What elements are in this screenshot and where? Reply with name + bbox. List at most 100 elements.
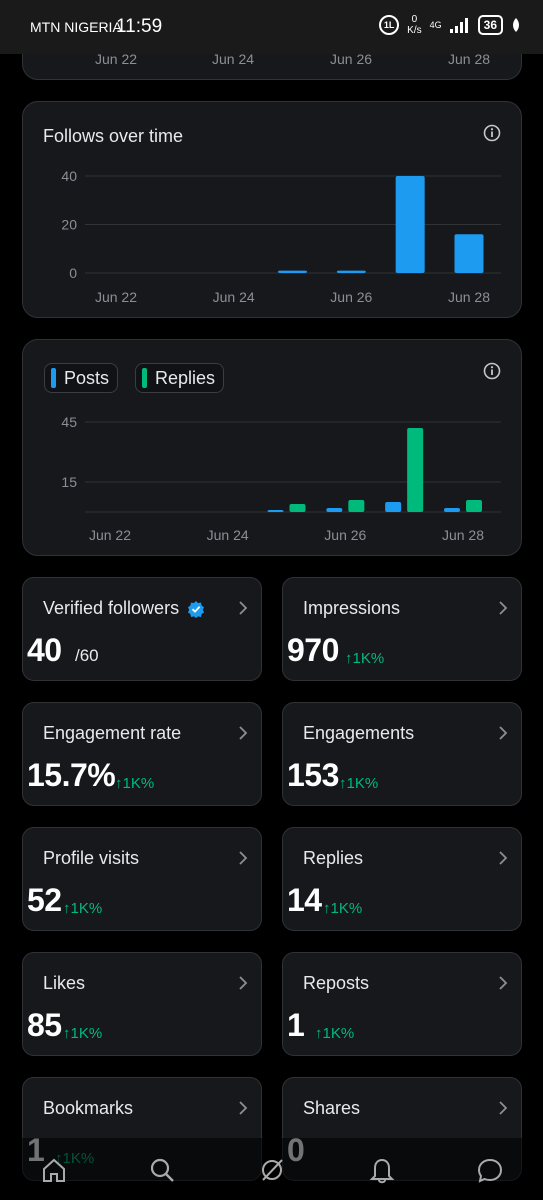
x-tick-label: Jun 28: [442, 527, 484, 543]
metric-change: ↑1K%: [115, 775, 155, 792]
signal-icon: [449, 18, 468, 33]
carrier-name: MTN NIGERIA: [30, 19, 122, 35]
bar-posts[interactable]: [326, 508, 343, 512]
metric-label: Profile visits: [43, 848, 139, 869]
metric-label-text: Impressions: [303, 598, 401, 618]
chevron-right-icon: [239, 601, 248, 615]
metric-label-text: Bookmarks: [43, 1098, 134, 1118]
metric-label-text: Engagements: [303, 723, 415, 743]
metric-card[interactable]: Verified followers 40/60: [22, 577, 262, 681]
follows-chart: 0 20 40 Jun 22 Jun 24 Jun 26 Jun 28: [61, 168, 501, 305]
metric-card[interactable]: Impressions 970 ↑1K%: [282, 577, 522, 681]
x-tick-label: Jun 26: [324, 527, 366, 543]
metric-label-text: Reposts: [303, 973, 370, 993]
bar-posts[interactable]: [267, 510, 284, 512]
chevron-right-icon: [499, 726, 508, 740]
y-tick-label: 40: [61, 168, 77, 184]
bar-value[interactable]: [336, 270, 366, 273]
metric-change: ↑1K%: [339, 775, 379, 792]
bottom-nav: [0, 1138, 543, 1200]
chevron-right-icon: [239, 726, 248, 740]
metric-card[interactable]: Engagement rate 15.7% ↑1K%: [22, 702, 262, 806]
bar-value[interactable]: [278, 270, 307, 273]
clock: 11:59: [116, 16, 163, 37]
chevron-right-icon: [239, 851, 248, 865]
metric-value: 85: [27, 1007, 62, 1043]
bar-replies[interactable]: [407, 428, 424, 512]
home-icon[interactable]: [40, 1156, 68, 1184]
leaf-icon: [513, 18, 519, 32]
y-tick-label: 0: [69, 265, 77, 281]
chevron-right-icon: [239, 976, 248, 990]
metric-label-text: Shares: [303, 1098, 361, 1118]
metric-subvalue: /60: [75, 646, 99, 665]
metric-card[interactable]: Likes 85 ↑1K%: [22, 952, 262, 1056]
metric-change: ↑1K%: [323, 900, 363, 917]
notifications-icon[interactable]: [368, 1156, 396, 1184]
bar-replies[interactable]: [289, 504, 306, 512]
metric-label: Shares: [303, 1098, 360, 1119]
metric-label-text: Replies: [303, 848, 364, 868]
chevron-right-icon: [239, 1101, 248, 1115]
verified-badge-icon: [188, 600, 205, 618]
metric-label: Engagement rate: [43, 723, 181, 744]
metric-value: 40: [27, 632, 62, 668]
bar-posts[interactable]: [444, 508, 460, 512]
bar-value[interactable]: [454, 234, 484, 273]
metric-label-text: Verified followers: [43, 598, 180, 618]
metric-value: 970: [287, 632, 339, 668]
y-tick-label: 15: [61, 474, 77, 490]
bar-replies[interactable]: [348, 500, 365, 512]
follows-over-time-card: Follows over time 0 20 40 Jun 22 Jun 24 Jun 2…: [22, 101, 522, 318]
bar-posts[interactable]: [385, 502, 402, 512]
y-tick-label: 45: [61, 414, 77, 430]
metric-change: ↑1K%: [345, 650, 385, 667]
metric-label-text: Likes: [43, 973, 86, 993]
metric-label: Impressions: [303, 598, 400, 619]
x-tick-label: Jun 24: [207, 527, 249, 543]
metric-value: 14: [287, 882, 322, 918]
x-tick-label: Jun 22: [95, 289, 137, 305]
metric-change: ↑1K%: [315, 1025, 355, 1042]
metric-card[interactable]: Engagements 153 ↑1K%: [282, 702, 522, 806]
metric-label: Verified followers: [43, 598, 205, 619]
metric-value: 15.7%: [27, 757, 116, 793]
data-saver-icon: 1L: [379, 15, 400, 35]
metric-value: 153: [287, 757, 339, 793]
status-bar: MTN NIGERIA 11:59 1L 0 K/s 4G 36: [0, 0, 543, 54]
bar-value[interactable]: [395, 176, 425, 273]
metric-card[interactable]: Replies 14 ↑1K%: [282, 827, 522, 931]
chevron-right-icon: [499, 1101, 508, 1115]
network-speed: 0 K/s: [407, 14, 422, 36]
metric-label-text: Profile visits: [43, 848, 140, 868]
x-tick-label: Jun 24: [213, 289, 255, 305]
grok-icon[interactable]: [258, 1156, 286, 1184]
metric-label: Reposts: [303, 973, 369, 994]
x-tick-label: Jun 28: [448, 289, 490, 305]
chevron-right-icon: [499, 601, 508, 615]
metric-change: ↑1K%: [63, 900, 103, 917]
metric-value: 52: [27, 882, 62, 918]
metric-label: Likes: [43, 973, 85, 994]
posts-replies-card: Posts Replies 15 45 Jun 22 Jun 24 Jun 26 Jun …: [22, 339, 522, 556]
metric-label: Bookmarks: [43, 1098, 133, 1119]
chevron-right-icon: [499, 976, 508, 990]
messages-icon[interactable]: [476, 1156, 504, 1184]
x-tick-label: Jun 22: [89, 527, 131, 543]
battery-icon: 36: [477, 15, 503, 35]
chevron-right-icon: [499, 851, 508, 865]
metric-change: ↑1K%: [63, 1025, 103, 1042]
metric-label: Replies: [303, 848, 363, 869]
network-type: 4G: [429, 19, 442, 30]
metric-value: 1: [287, 1007, 305, 1043]
metric-label: Engagements: [303, 723, 414, 744]
posts-replies-chart: 15 45 Jun 22 Jun 24 Jun 26 Jun 28: [61, 414, 501, 543]
metric-card[interactable]: Reposts 1 ↑1K%: [282, 952, 522, 1056]
search-icon[interactable]: [148, 1156, 176, 1184]
status-icons: 1L 0 K/s 4G 36: [379, 14, 521, 36]
x-tick-label: Jun 26: [330, 289, 372, 305]
metric-card[interactable]: Profile visits 52 ↑1K%: [22, 827, 262, 931]
y-tick-label: 20: [61, 217, 77, 233]
bar-replies[interactable]: [466, 500, 482, 512]
metric-label-text: Engagement rate: [43, 723, 182, 743]
